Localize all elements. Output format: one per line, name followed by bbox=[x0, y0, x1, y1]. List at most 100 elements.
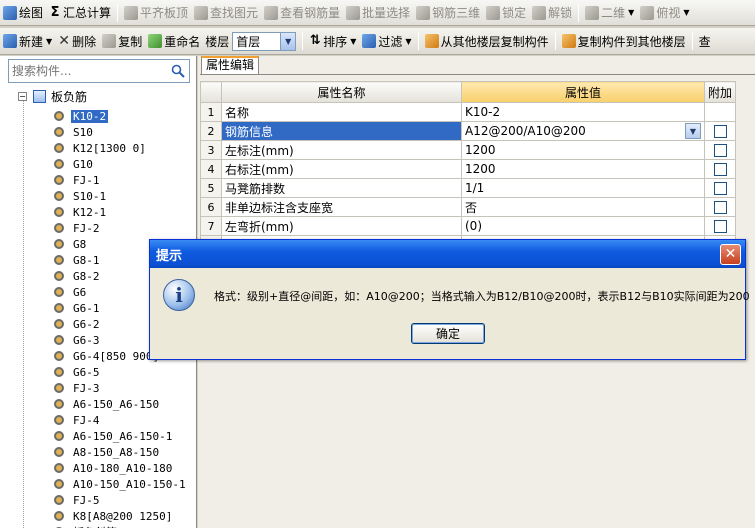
tree-item[interactable]: G8-2 bbox=[54, 268, 102, 284]
ok-button[interactable]: 确定 bbox=[411, 323, 485, 344]
property-value[interactable]: K10-2 bbox=[461, 102, 705, 122]
floor-select[interactable]: 首层 ▼ bbox=[232, 31, 297, 51]
tree-item[interactable]: G6-4[850 900] bbox=[54, 348, 161, 364]
toolbar-button-2[interactable]: 平齐板顶 bbox=[121, 2, 191, 24]
tree-item[interactable]: K10-2 bbox=[54, 108, 109, 124]
tree-item[interactable]: G8-1 bbox=[54, 252, 102, 268]
sort-button[interactable]: ⇅ 排序 ▼ bbox=[306, 30, 359, 52]
tree-item[interactable]: A6-150_A6-150 bbox=[54, 396, 161, 412]
table-row[interactable]: 3 左标注(mm) 1200 bbox=[200, 140, 737, 160]
extra-checkbox[interactable] bbox=[713, 125, 727, 138]
tree-item[interactable]: FJ-3 bbox=[54, 380, 102, 396]
copy-button[interactable]: 复制 bbox=[99, 30, 145, 52]
toolbar-button-1[interactable]: Σ 汇总计算 bbox=[46, 2, 114, 24]
gear-icon bbox=[54, 287, 64, 297]
tree-guide-lines bbox=[23, 98, 53, 528]
extra-cell bbox=[703, 102, 737, 122]
property-value[interactable]: A12@200/A10@200 ▼ bbox=[461, 121, 705, 141]
tree-item[interactable]: FJ-2 bbox=[54, 220, 102, 236]
chevron-down-icon: ▼ bbox=[350, 36, 357, 46]
chevron-down-icon[interactable]: ▼ bbox=[685, 123, 701, 139]
tree-item[interactable]: FJ-4 bbox=[54, 412, 102, 428]
new-button[interactable]: 新建 ▼ bbox=[0, 30, 55, 52]
extra-checkbox[interactable] bbox=[713, 144, 727, 157]
delete-button[interactable]: ✕ 删除 bbox=[55, 30, 99, 52]
tree-root[interactable]: − 板负筋 bbox=[18, 89, 87, 104]
tree-item[interactable]: G10 bbox=[54, 156, 95, 172]
tree-item[interactable]: G6 bbox=[54, 284, 88, 300]
column-header-name[interactable]: 属性名称 bbox=[221, 81, 462, 103]
tree-item-label: G6-3 bbox=[73, 333, 100, 347]
toolbar-button-0[interactable]: 绘图 bbox=[0, 2, 46, 24]
table-row[interactable]: 2 钢筋信息 A12@200/A10@200 ▼ bbox=[200, 121, 737, 141]
property-name[interactable]: 马凳筋排数 bbox=[221, 178, 462, 198]
collapse-icon[interactable]: − bbox=[18, 92, 27, 101]
property-name[interactable]: 钢筋信息 bbox=[221, 121, 462, 141]
tree-item[interactable]: A8-150_A8-150 bbox=[54, 444, 161, 460]
tree-item[interactable]: K12[1300 0] bbox=[54, 140, 148, 156]
search-box[interactable] bbox=[8, 59, 190, 83]
column-header-value[interactable]: 属性值 bbox=[461, 81, 705, 103]
copy-to-floor-button[interactable]: 复制构件到其他楼层 bbox=[559, 30, 689, 52]
toolbar-button-9[interactable]: 二维 ▼ bbox=[582, 2, 637, 24]
table-row[interactable]: 5 马凳筋排数 1/1 bbox=[200, 178, 737, 198]
tree-item[interactable]: S10-1 bbox=[54, 188, 108, 204]
tree-item[interactable]: G6-3 bbox=[54, 332, 102, 348]
sort-az-icon: ⇅ bbox=[309, 33, 321, 48]
filter-button[interactable]: 过滤 ▼ bbox=[359, 30, 414, 52]
tree-item[interactable]: A6-150_A6-150-1 bbox=[54, 428, 174, 444]
tree-item[interactable]: 板负斜筋 bbox=[54, 524, 119, 528]
tree-item[interactable]: G6-2 bbox=[54, 316, 102, 332]
tree-item[interactable]: K12-1 bbox=[54, 204, 108, 220]
gear-icon bbox=[54, 479, 64, 489]
table-row[interactable]: 4 右标注(mm) 1200 bbox=[200, 159, 737, 179]
toolbar-button-5[interactable]: 批量选择 bbox=[343, 2, 413, 24]
toolbar-button-10[interactable]: 俯视 ▼ bbox=[637, 2, 692, 24]
toolbar-button-7[interactable]: 锁定 bbox=[483, 2, 529, 24]
extra-checkbox[interactable] bbox=[713, 220, 727, 233]
gear-icon bbox=[54, 207, 64, 217]
value-dropdown[interactable]: A12@200/A10@200 ▼ bbox=[465, 123, 701, 139]
toolbar-button-4[interactable]: 查看钢筋量 bbox=[261, 2, 343, 24]
tab-property-edit[interactable]: 属性编辑 bbox=[201, 56, 259, 74]
property-value[interactable]: 否 bbox=[461, 197, 705, 217]
rename-icon bbox=[148, 34, 163, 48]
tree-item[interactable]: G6-5 bbox=[54, 364, 102, 380]
align-icon bbox=[124, 5, 139, 20]
property-name[interactable]: 名称 bbox=[221, 102, 462, 122]
tree-item[interactable]: G6-1 bbox=[54, 300, 102, 316]
property-name[interactable]: 左弯折(mm) bbox=[221, 216, 462, 236]
tree-item[interactable]: G8 bbox=[54, 236, 88, 252]
search-icon[interactable] bbox=[167, 60, 189, 82]
toolbar-button-8[interactable]: 解锁 bbox=[529, 2, 575, 24]
search-input[interactable] bbox=[9, 61, 167, 81]
extra-checkbox[interactable] bbox=[713, 163, 727, 176]
toolbar-button-6[interactable]: 钢筋三维 bbox=[413, 2, 483, 24]
property-value[interactable]: 1/1 bbox=[461, 178, 705, 198]
gear-icon bbox=[54, 255, 64, 265]
tree-item[interactable]: FJ-5 bbox=[54, 492, 102, 508]
property-value[interactable]: 1200 bbox=[461, 140, 705, 160]
extra-checkbox[interactable] bbox=[713, 201, 727, 214]
table-row[interactable]: 6 非单边标注含支座宽否 bbox=[200, 197, 737, 217]
table-row[interactable]: 7 左弯折(mm) (0) bbox=[200, 216, 737, 236]
close-icon[interactable]: ✕ bbox=[720, 244, 741, 265]
toolbar-button-3[interactable]: 查找图元 bbox=[191, 2, 261, 24]
tree-item[interactable]: S10 bbox=[54, 124, 95, 140]
column-header-extra[interactable]: 附加 bbox=[703, 81, 737, 103]
property-name[interactable]: 右标注(mm) bbox=[221, 159, 462, 179]
property-value[interactable]: 1200 bbox=[461, 159, 705, 179]
dialog-title-bar[interactable]: 提示 bbox=[150, 240, 745, 268]
property-name[interactable]: 左标注(mm) bbox=[221, 140, 462, 160]
tree-item[interactable]: FJ-1 bbox=[54, 172, 102, 188]
property-name[interactable]: 非单边标注含支座宽 bbox=[221, 197, 462, 217]
find-button[interactable]: 查 bbox=[696, 30, 714, 52]
extra-checkbox[interactable] bbox=[713, 182, 727, 195]
rename-button[interactable]: 重命名 bbox=[145, 30, 203, 52]
table-row[interactable]: 1 名称 K10-2 bbox=[200, 102, 737, 122]
property-value[interactable]: (0) bbox=[461, 216, 705, 236]
tree-item[interactable]: A10-180_A10-180 bbox=[54, 460, 174, 476]
tree-item[interactable]: A10-150_A10-150-1 bbox=[54, 476, 188, 492]
tree-item[interactable]: K8[A8@200 1250] bbox=[54, 508, 174, 524]
copy-from-floor-button[interactable]: 从其他楼层复制构件 bbox=[422, 30, 552, 52]
